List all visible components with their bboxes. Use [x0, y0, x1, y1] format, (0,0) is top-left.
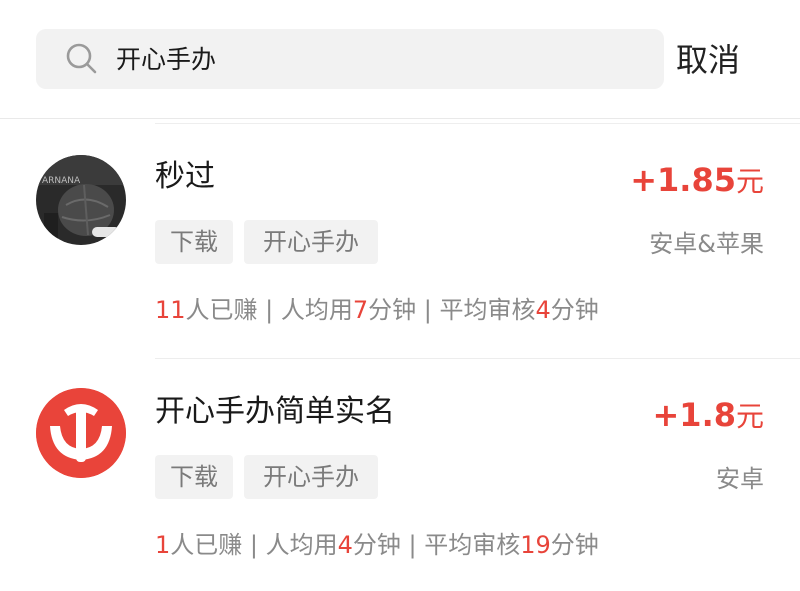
platform-label: 安卓 — [716, 465, 764, 493]
tag-keyword: 开心手办 — [244, 220, 378, 264]
platform-label: 安卓&苹果 — [649, 230, 764, 258]
task-list-item[interactable]: ARNANA 秒过 +1.85元 下载 开心手办 安卓&苹果 11人已赚 | 人… — [0, 124, 800, 344]
task-stats: 1人已赚 | 人均用4分钟 | 平均审核19分钟 — [155, 531, 599, 559]
photo-avatar: ARNANA — [36, 155, 126, 245]
task-title: 开心手办简单实名 — [155, 394, 395, 429]
red-logo-avatar — [36, 388, 126, 478]
cancel-button[interactable]: 取消 — [676, 38, 740, 82]
tag-download: 下载 — [155, 455, 233, 499]
search-input[interactable]: 开心手办 — [116, 44, 216, 76]
reward-amount: +1.8元 — [652, 396, 764, 434]
reward-amount: +1.85元 — [630, 161, 764, 199]
task-title: 秒过 — [155, 159, 215, 194]
search-icon — [66, 43, 97, 74]
header-divider — [0, 118, 800, 119]
task-stats: 11人已赚 | 人均用7分钟 | 平均审核4分钟 — [155, 296, 599, 324]
task-list-item[interactable]: 开心手办简单实名 +1.8元 下载 开心手办 安卓 1人已赚 | 人均用4分钟 … — [0, 359, 800, 579]
tag-keyword: 开心手办 — [244, 455, 378, 499]
tag-download: 下载 — [155, 220, 233, 264]
svg-text:ARNANA: ARNANA — [42, 176, 81, 186]
